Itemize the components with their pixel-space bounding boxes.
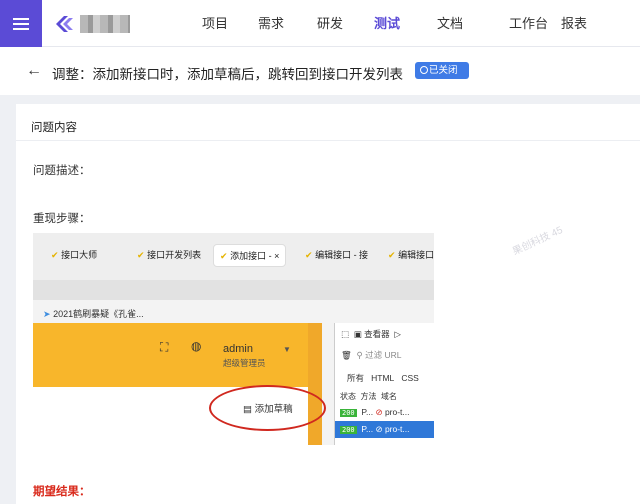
network-table-header: 状态 方法 域名 — [340, 391, 397, 402]
domain: pro-t... — [384, 407, 410, 417]
bookmark-item[interactable]: ➤ 2021鹤刷暴疑《孔雀... — [43, 307, 144, 320]
devtools-panel: ⬚ ▣ 查看器 ▷ 🗑 ⚲ 过滤 URL 所有 HTML CSS 状态 方法 域… — [334, 323, 434, 445]
section-title: 问题内容 — [31, 122, 77, 134]
devtools-filter[interactable]: 🗑 ⚲ 过滤 URL — [341, 349, 402, 361]
console-icon[interactable]: ▷ — [394, 329, 401, 339]
inspector-tab[interactable]: 查看器 — [364, 329, 390, 339]
status-badge-label: 已关闭 — [429, 65, 458, 76]
pick-element-icon[interactable]: ⬚ — [341, 329, 349, 339]
nav-item-docs[interactable]: 文档 — [404, 0, 464, 47]
status-badge: 已关闭 — [415, 62, 469, 79]
nav-item-development[interactable]: 研发 — [290, 0, 347, 47]
fullscreen-icon[interactable]: ⛶ — [160, 340, 168, 355]
blocked-icon: ⊘ — [375, 407, 383, 417]
filter-icon: ⚲ — [356, 350, 363, 360]
top-navbar: 项目 需求 研发 测试 文档 工作台 报表 — [0, 0, 640, 47]
app-logo-icon — [56, 16, 73, 32]
tab-favicon-icon: ✔ — [220, 251, 228, 261]
divider — [16, 140, 640, 141]
bookmark-icon: ➤ — [43, 309, 51, 319]
tab-favicon-icon: ✔ — [388, 250, 396, 260]
browser-tab-row: ✔ 接口大师 ✔ 接口开发列表 ✔ 添加接口 - × ✔ 编辑接口 - 接 ✔ … — [33, 233, 434, 280]
browser-tab[interactable]: ✔ 接口大师 — [51, 248, 97, 261]
tab-favicon-icon: ✔ — [51, 250, 59, 260]
trash-icon[interactable]: 🗑 — [341, 350, 352, 360]
nav-item-workbench[interactable]: 工作台 — [464, 0, 554, 47]
filter-placeholder: 过滤 URL — [365, 350, 402, 360]
domain: pro-t... — [384, 424, 410, 434]
col-domain: 域名 — [380, 392, 397, 401]
nav-item-testing[interactable]: 测试 — [347, 0, 404, 47]
filter-chips: 所有 HTML CSS — [347, 372, 419, 384]
method: P... — [361, 407, 374, 417]
filter-all[interactable]: 所有 — [347, 373, 364, 383]
tab-favicon-icon: ✔ — [305, 250, 313, 260]
table-row[interactable]: 200 P... ⊘ pro-t... — [340, 407, 410, 418]
nav-item-requirements[interactable]: 需求 — [240, 0, 290, 47]
filter-html[interactable]: HTML — [371, 373, 394, 383]
status-code: 200 — [340, 409, 357, 417]
devtools-toolbar: ⬚ ▣ 查看器 ▷ — [341, 328, 401, 340]
tab-close-icon[interactable]: × — [274, 251, 279, 261]
table-row-selected[interactable]: 200 P... ⊘ pro-t... — [340, 424, 410, 435]
chevron-down-icon[interactable]: ▼ — [283, 345, 291, 354]
brand-name-blurred — [80, 15, 130, 33]
description-label: 问题描述： — [33, 165, 91, 177]
tab-label: 接口开发列表 — [147, 250, 202, 260]
tab-label: 接口大师 — [61, 250, 98, 260]
embedded-screenshot: ✔ 接口大师 ✔ 接口开发列表 ✔ 添加接口 - × ✔ 编辑接口 - 接 ✔ … — [33, 233, 434, 445]
browser-tab-active[interactable]: ✔ 添加接口 - × — [213, 244, 287, 267]
main-nav: 项目 需求 研发 测试 文档 工作台 报表 — [190, 0, 587, 47]
back-arrow-icon[interactable]: ← — [26, 62, 42, 80]
page-header: ← 调整：添加新接口时，添加草稿后，跳转回到接口开发列表 已关闭 — [0, 47, 640, 95]
tab-label: 编辑接口 - 接 — [315, 250, 369, 260]
tab-label: 编辑接口 — [398, 250, 434, 260]
app-header — [33, 323, 322, 387]
browser-tab[interactable]: ✔ 接口开发列表 — [137, 248, 201, 261]
menu-icon — [13, 22, 29, 25]
hamburger-menu-button[interactable] — [0, 0, 42, 47]
browser-tab[interactable]: ✔ 编辑接口 - 接 — [305, 248, 368, 261]
bookmark-label: 2021鹤刷暴疑《孔雀... — [53, 309, 144, 319]
clock-icon — [420, 66, 428, 74]
user-name[interactable]: admin — [223, 343, 253, 355]
app-viewport: ⛶ ◍ admin 超级管理员 ▼ ▤ 添加草稿 — [33, 323, 326, 445]
steps-label: 重现步骤： — [33, 213, 91, 225]
page-title: 调整：添加新接口时，添加草稿后，跳转回到接口开发列表 — [52, 67, 403, 82]
status-code: 200 — [340, 426, 357, 434]
tab-favicon-icon: ✔ — [137, 250, 145, 260]
nav-item-reports[interactable]: 报表 — [554, 0, 587, 47]
col-method: 方法 — [360, 392, 377, 401]
col-status: 状态 — [340, 392, 356, 401]
nav-item-projects[interactable]: 项目 — [190, 0, 240, 47]
browser-tab[interactable]: ✔ 编辑接口 — [388, 248, 434, 261]
tab-label: 添加接口 - — [230, 251, 272, 261]
expected-result-label: 期望结果： — [33, 486, 91, 498]
highlight-circle — [209, 385, 326, 431]
filter-css[interactable]: CSS — [401, 373, 418, 383]
app-sidebar-strip — [308, 323, 322, 445]
inspector-icon: ▣ — [353, 329, 362, 339]
method: P... — [361, 424, 374, 434]
globe-icon[interactable]: ◍ — [191, 339, 201, 353]
browser-toolbar — [33, 280, 434, 300]
blocked-icon: ⊘ — [375, 424, 383, 434]
user-role: 超级管理员 — [223, 358, 266, 368]
